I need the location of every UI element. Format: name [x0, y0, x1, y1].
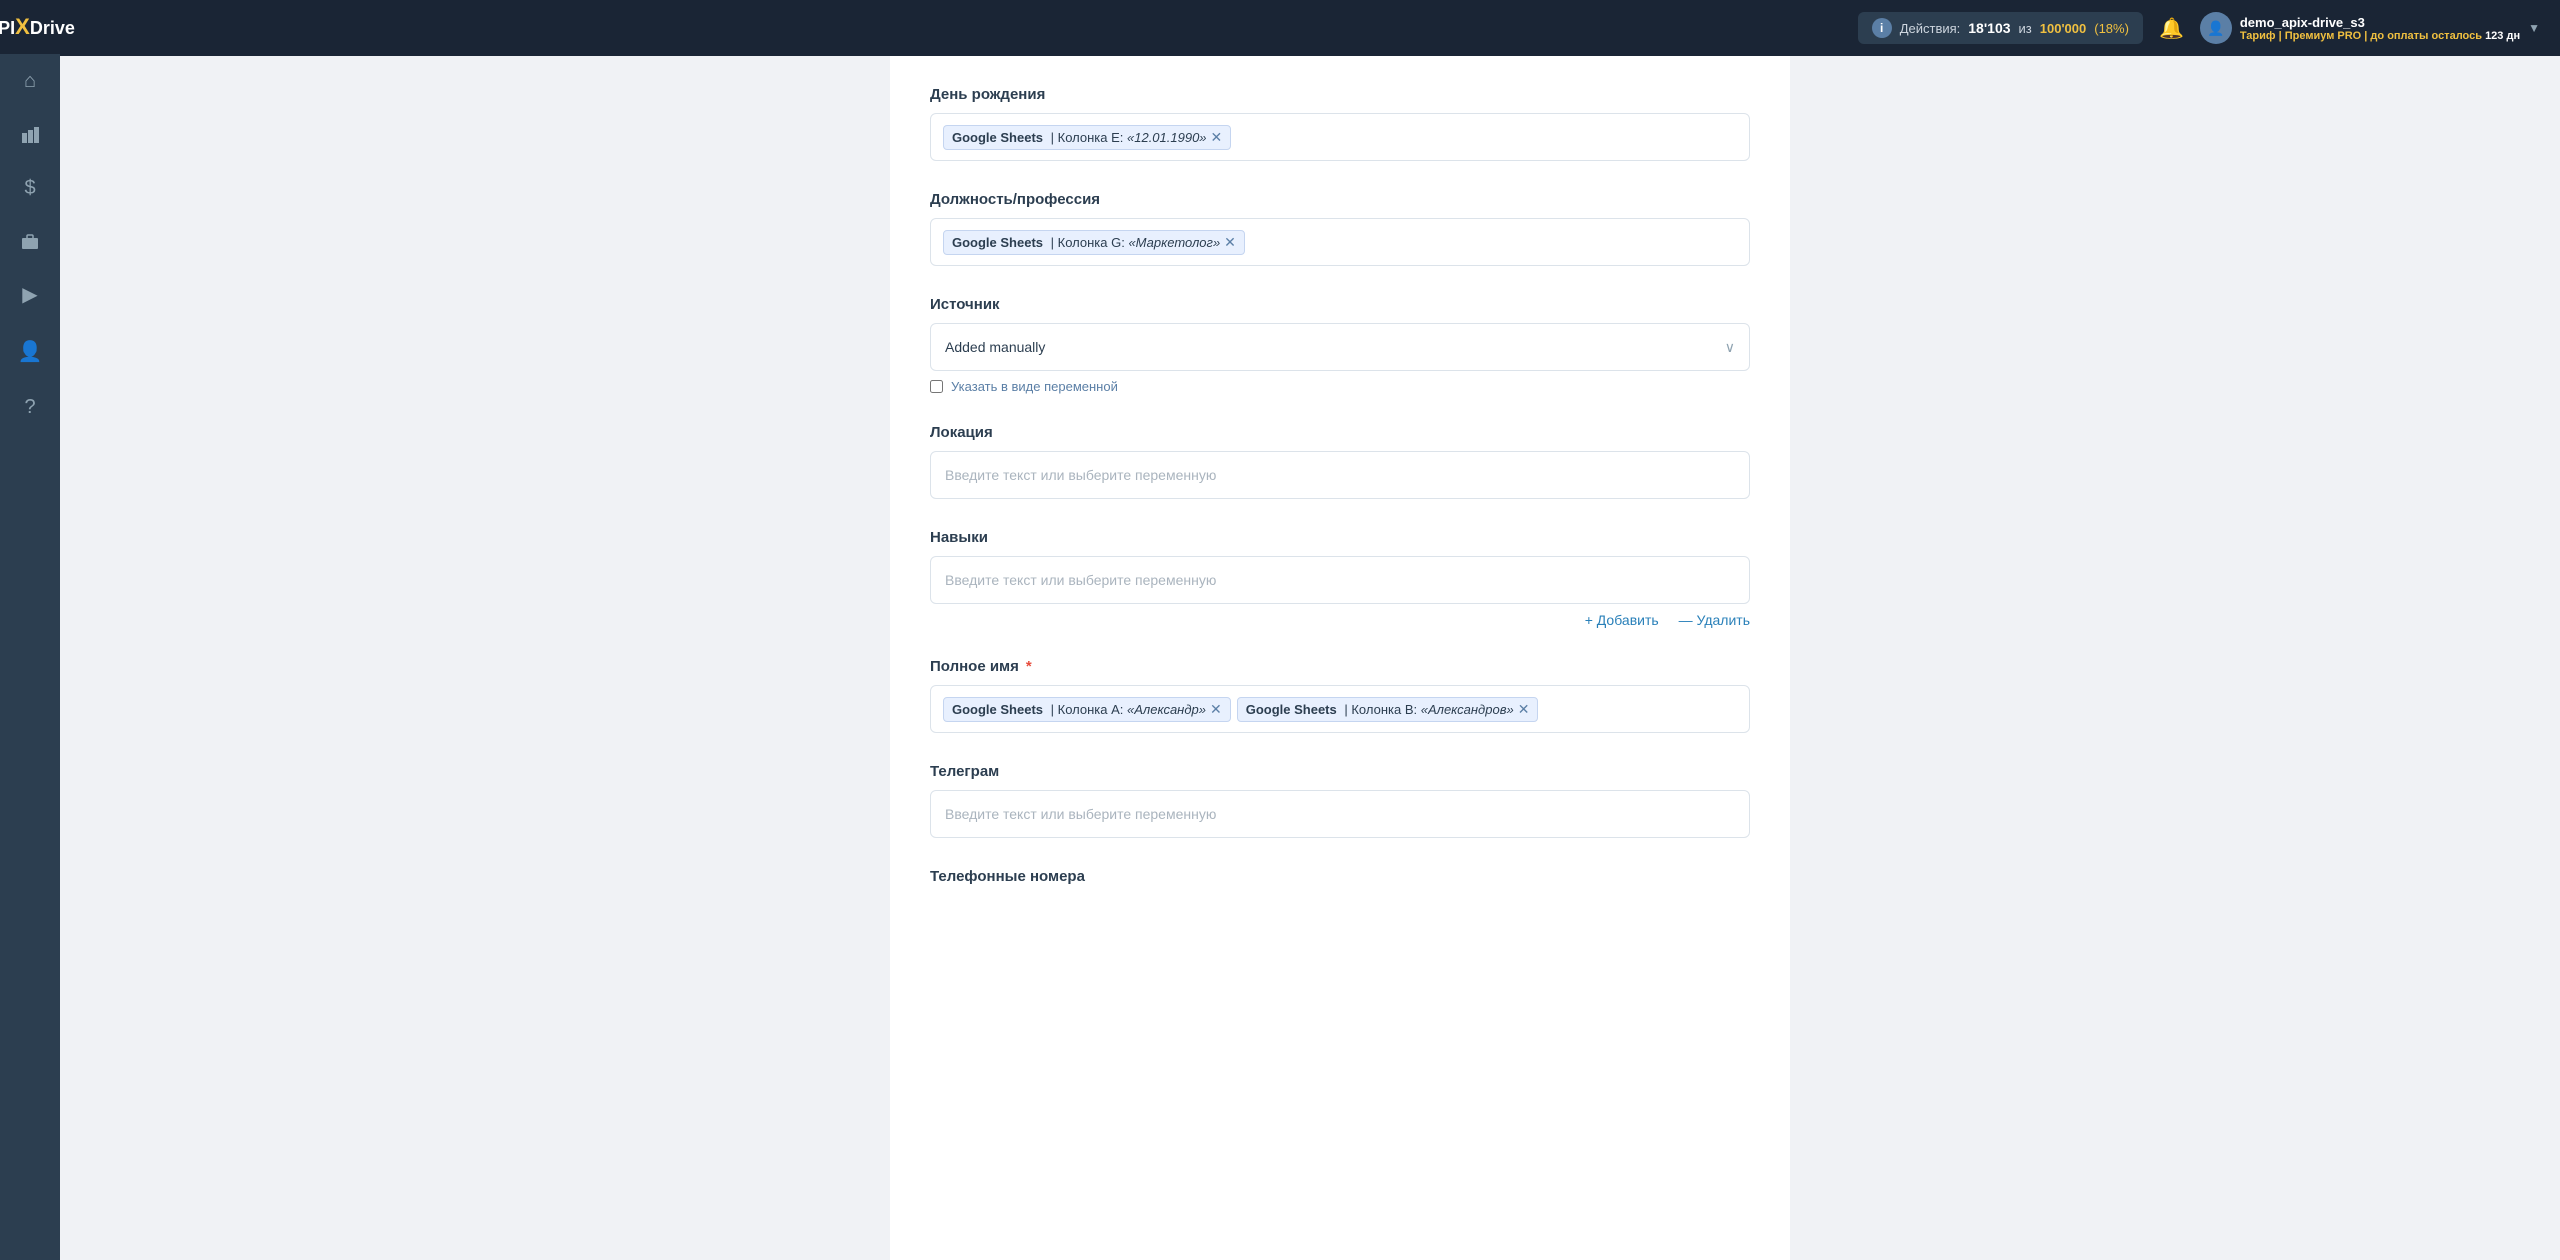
skills-actions: + Добавить — Удалить: [930, 612, 1750, 628]
birthday-tag-box[interactable]: Google Sheets | Колонка E: «12.01.1990» …: [930, 113, 1750, 161]
actions-total: 100'000: [2040, 21, 2086, 36]
sidebar-item-youtube[interactable]: ▶: [0, 266, 60, 323]
chevron-down-icon: ▼: [2528, 21, 2540, 35]
source-section: Источник Added manually ∨ Указать в виде…: [930, 296, 1750, 394]
birthday-section: День рождения Google Sheets | Колонка E:…: [930, 86, 1750, 161]
fullname-tag1-close[interactable]: ✕: [1210, 702, 1222, 716]
telegram-input[interactable]: [930, 790, 1750, 838]
source-checkbox-label[interactable]: Указать в виде переменной: [951, 379, 1118, 394]
phones-label: Телефонные номера: [930, 868, 1750, 885]
birthday-tag-1: Google Sheets | Колонка E: «12.01.1990» …: [943, 125, 1231, 150]
source-dropdown[interactable]: Added manually ∨: [930, 323, 1750, 371]
bell-icon[interactable]: 🔔: [2159, 16, 2184, 41]
skills-remove-button[interactable]: — Удалить: [1679, 612, 1750, 628]
profession-tag-1: Google Sheets | Колонка G: «Маркетолог» …: [943, 230, 1245, 255]
sidebar-item-help[interactable]: ?: [0, 380, 60, 435]
fullname-section: Полное имя * Google Sheets | Колонка А: …: [930, 658, 1750, 733]
fullname-label: Полное имя *: [930, 658, 1750, 675]
main-content: День рождения Google Sheets | Колонка E:…: [120, 56, 2560, 1260]
skills-add-button[interactable]: + Добавить: [1585, 612, 1659, 628]
sidebar-item-home[interactable]: ⌂: [0, 54, 60, 109]
fullname-tag-1: Google Sheets | Колонка А: «Александр» ✕: [943, 697, 1231, 722]
sidebar-item-user[interactable]: 👤: [0, 323, 60, 380]
actions-percent: (18%): [2094, 21, 2129, 36]
telegram-label: Телеграм: [930, 763, 1750, 780]
sidebar: APIXDrive ⌂ $ ▶ 👤 ?: [0, 0, 60, 1260]
actions-label: Действия:: [1900, 21, 1961, 36]
profession-section: Должность/профессия Google Sheets | Коло…: [930, 191, 1750, 266]
sidebar-item-billing[interactable]: $: [0, 161, 60, 216]
fullname-tag-box[interactable]: Google Sheets | Колонка А: «Александр» ✕…: [930, 685, 1750, 733]
actions-counter: i Действия: 18'103 из 100'000 (18%): [1858, 12, 2143, 44]
chevron-down-icon: ∨: [1725, 339, 1735, 356]
topbar: i Действия: 18'103 из 100'000 (18%) 🔔 👤 …: [60, 0, 2560, 56]
location-label: Локация: [930, 424, 1750, 441]
location-input[interactable]: [930, 451, 1750, 499]
sidebar-item-briefcase[interactable]: [0, 216, 60, 266]
info-icon: i: [1872, 18, 1892, 38]
actions-count: 18'103: [1968, 20, 2010, 36]
avatar: 👤: [2200, 12, 2232, 44]
actions-separator: из: [2019, 21, 2032, 36]
skills-label: Навыки: [930, 529, 1750, 546]
required-marker: *: [1026, 658, 1032, 675]
form-area: День рождения Google Sheets | Колонка E:…: [890, 56, 1790, 1260]
source-checkbox-row: Указать в виде переменной: [930, 379, 1750, 394]
source-label: Источник: [930, 296, 1750, 313]
location-section: Локация: [930, 424, 1750, 499]
profession-tag-close[interactable]: ✕: [1224, 235, 1236, 249]
username: demo_apix-drive_s3: [2240, 15, 2520, 30]
logo[interactable]: APIXDrive: [0, 0, 60, 54]
profession-tag-box[interactable]: Google Sheets | Колонка G: «Маркетолог» …: [930, 218, 1750, 266]
phones-section: Телефонные номера: [930, 868, 1750, 885]
source-variable-checkbox[interactable]: [930, 380, 943, 393]
sidebar-item-diagram[interactable]: [0, 109, 60, 161]
plan-info: Тариф | Премиум PRO | до оплаты осталось…: [2240, 30, 2520, 42]
fullname-tag-2: Google Sheets | Колонка B: «Александров»…: [1237, 697, 1539, 722]
skills-section: Навыки + Добавить — Удалить: [930, 529, 1750, 628]
profession-label: Должность/профессия: [930, 191, 1750, 208]
birthday-tag-close[interactable]: ✕: [1211, 130, 1223, 144]
telegram-section: Телеграм: [930, 763, 1750, 838]
birthday-label: День рождения: [930, 86, 1750, 103]
fullname-tag2-close[interactable]: ✕: [1518, 702, 1530, 716]
user-menu[interactable]: 👤 demo_apix-drive_s3 Тариф | Премиум PRO…: [2200, 12, 2540, 44]
skills-input[interactable]: [930, 556, 1750, 604]
source-value: Added manually: [945, 339, 1045, 355]
